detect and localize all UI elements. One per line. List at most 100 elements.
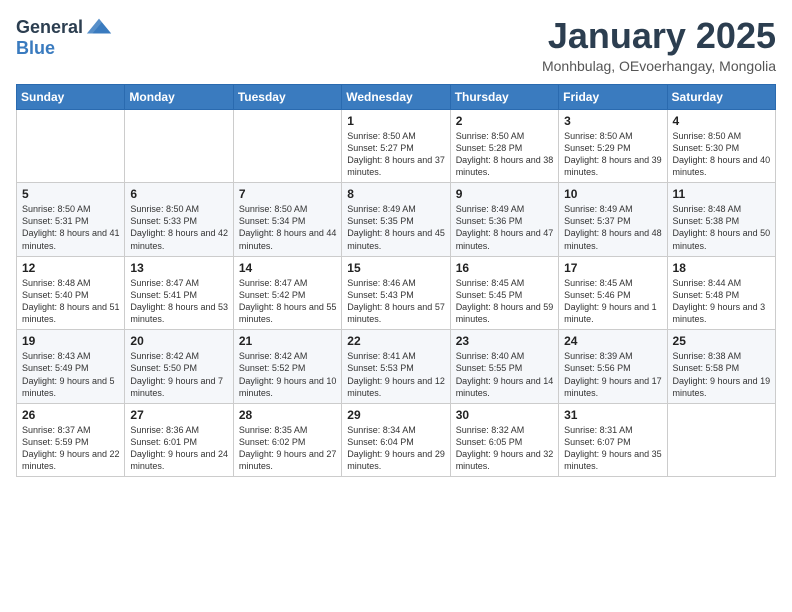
cell-content: Sunrise: 8:40 AMSunset: 5:55 PMDaylight:… (456, 350, 554, 399)
cell-content: Sunrise: 8:50 AMSunset: 5:28 PMDaylight:… (456, 130, 554, 179)
day-number: 8 (347, 187, 445, 201)
day-number: 1 (347, 114, 445, 128)
calendar-cell: 6 Sunrise: 8:50 AMSunset: 5:33 PMDaylight… (125, 183, 233, 257)
calendar-cell: 9 Sunrise: 8:49 AMSunset: 5:36 PMDaylight… (450, 183, 558, 257)
day-number: 10 (564, 187, 662, 201)
calendar-cell: 11 Sunrise: 8:48 AMSunset: 5:38 PMDayligh… (667, 183, 775, 257)
calendar-cell: 13 Sunrise: 8:47 AMSunset: 5:41 PMDayligh… (125, 256, 233, 330)
calendar-cell: 31 Sunrise: 8:31 AMSunset: 6:07 PMDayligh… (559, 403, 667, 477)
calendar-cell: 3 Sunrise: 8:50 AMSunset: 5:29 PMDaylight… (559, 109, 667, 183)
cell-content: Sunrise: 8:47 AMSunset: 5:42 PMDaylight:… (239, 277, 337, 326)
day-number: 3 (564, 114, 662, 128)
day-number: 6 (130, 187, 228, 201)
weekday-header-thursday: Thursday (450, 84, 558, 109)
weekday-header-tuesday: Tuesday (233, 84, 341, 109)
cell-content: Sunrise: 8:50 AMSunset: 5:34 PMDaylight:… (239, 203, 337, 252)
cell-content: Sunrise: 8:50 AMSunset: 5:27 PMDaylight:… (347, 130, 445, 179)
cell-content: Sunrise: 8:43 AMSunset: 5:49 PMDaylight:… (22, 350, 120, 399)
calendar-cell (233, 109, 341, 183)
day-number: 13 (130, 261, 228, 275)
cell-content: Sunrise: 8:34 AMSunset: 6:04 PMDaylight:… (347, 424, 445, 473)
day-number: 20 (130, 334, 228, 348)
calendar-cell: 24 Sunrise: 8:39 AMSunset: 5:56 PMDayligh… (559, 330, 667, 404)
calendar-cell: 22Sunrise: 8:41 AMSunset: 5:53 PMDayligh… (342, 330, 450, 404)
day-number: 2 (456, 114, 554, 128)
cell-content: Sunrise: 8:47 AMSunset: 5:41 PMDaylight:… (130, 277, 228, 326)
day-number: 31 (564, 408, 662, 422)
cell-content: Sunrise: 8:50 AMSunset: 5:29 PMDaylight:… (564, 130, 662, 179)
day-number: 27 (130, 408, 228, 422)
weekday-header-monday: Monday (125, 84, 233, 109)
calendar-cell: 5 Sunrise: 8:50 AMSunset: 5:31 PMDaylight… (17, 183, 125, 257)
calendar-cell: 20 Sunrise: 8:42 AMSunset: 5:50 PMDayligh… (125, 330, 233, 404)
day-number: 25 (673, 334, 771, 348)
month-title: January 2025 (542, 16, 776, 56)
calendar-cell: 1 Sunrise: 8:50 AMSunset: 5:27 PMDaylight… (342, 109, 450, 183)
calendar-cell: 29 Sunrise: 8:34 AMSunset: 6:04 PMDayligh… (342, 403, 450, 477)
cell-content: Sunrise: 8:31 AMSunset: 6:07 PMDaylight:… (564, 424, 662, 473)
cell-content: Sunrise: 8:49 AMSunset: 5:37 PMDaylight:… (564, 203, 662, 252)
cell-content: Sunrise: 8:49 AMSunset: 5:36 PMDaylight:… (456, 203, 554, 252)
day-number: 28 (239, 408, 337, 422)
cell-content: Sunrise: 8:48 AMSunset: 5:38 PMDaylight:… (673, 203, 771, 252)
calendar-cell: 16Sunrise: 8:45 AMSunset: 5:45 PMDayligh… (450, 256, 558, 330)
day-number: 24 (564, 334, 662, 348)
calendar-cell: 30Sunrise: 8:32 AMSunset: 6:05 PMDayligh… (450, 403, 558, 477)
day-number: 23 (456, 334, 554, 348)
calendar-cell: 15 Sunrise: 8:46 AMSunset: 5:43 PMDayligh… (342, 256, 450, 330)
calendar-cell: 8 Sunrise: 8:49 AMSunset: 5:35 PMDaylight… (342, 183, 450, 257)
calendar-table: SundayMondayTuesdayWednesdayThursdayFrid… (16, 84, 776, 478)
cell-content: Sunrise: 8:35 AMSunset: 6:02 PMDaylight:… (239, 424, 337, 473)
calendar-cell (667, 403, 775, 477)
week-row-3: 12Sunrise: 8:48 AMSunset: 5:40 PMDayligh… (17, 256, 776, 330)
calendar-cell: 14Sunrise: 8:47 AMSunset: 5:42 PMDayligh… (233, 256, 341, 330)
day-number: 15 (347, 261, 445, 275)
day-number: 5 (22, 187, 120, 201)
cell-content: Sunrise: 8:42 AMSunset: 5:52 PMDaylight:… (239, 350, 337, 399)
cell-content: Sunrise: 8:44 AMSunset: 5:48 PMDaylight:… (673, 277, 771, 326)
cell-content: Sunrise: 8:50 AMSunset: 5:33 PMDaylight:… (130, 203, 228, 252)
calendar-cell: 12Sunrise: 8:48 AMSunset: 5:40 PMDayligh… (17, 256, 125, 330)
weekday-header-row: SundayMondayTuesdayWednesdayThursdayFrid… (17, 84, 776, 109)
weekday-header-friday: Friday (559, 84, 667, 109)
day-number: 16 (456, 261, 554, 275)
calendar-cell: 18 Sunrise: 8:44 AMSunset: 5:48 PMDayligh… (667, 256, 775, 330)
cell-content: Sunrise: 8:38 AMSunset: 5:58 PMDaylight:… (673, 350, 771, 399)
weekday-header-sunday: Sunday (17, 84, 125, 109)
cell-content: Sunrise: 8:39 AMSunset: 5:56 PMDaylight:… (564, 350, 662, 399)
day-number: 7 (239, 187, 337, 201)
calendar-cell: 26 Sunrise: 8:37 AMSunset: 5:59 PMDayligh… (17, 403, 125, 477)
week-row-2: 5 Sunrise: 8:50 AMSunset: 5:31 PMDaylight… (17, 183, 776, 257)
day-number: 4 (673, 114, 771, 128)
day-number: 26 (22, 408, 120, 422)
cell-content: Sunrise: 8:32 AMSunset: 6:05 PMDaylight:… (456, 424, 554, 473)
day-number: 18 (673, 261, 771, 275)
location-subtitle: Monhbulag, OEvoerhangay, Mongolia (542, 58, 776, 74)
cell-content: Sunrise: 8:48 AMSunset: 5:40 PMDaylight:… (22, 277, 120, 326)
logo-icon (85, 16, 113, 38)
week-row-5: 26 Sunrise: 8:37 AMSunset: 5:59 PMDayligh… (17, 403, 776, 477)
calendar-cell (125, 109, 233, 183)
calendar-cell: 7 Sunrise: 8:50 AMSunset: 5:34 PMDaylight… (233, 183, 341, 257)
cell-content: Sunrise: 8:42 AMSunset: 5:50 PMDaylight:… (130, 350, 228, 399)
day-number: 11 (673, 187, 771, 201)
day-number: 29 (347, 408, 445, 422)
logo-blue-text: Blue (16, 38, 55, 58)
logo: General Blue (16, 16, 113, 59)
day-number: 19 (22, 334, 120, 348)
page-header: General Blue January 2025 Monhbulag, OEv… (16, 16, 776, 74)
day-number: 9 (456, 187, 554, 201)
cell-content: Sunrise: 8:46 AMSunset: 5:43 PMDaylight:… (347, 277, 445, 326)
calendar-cell: 17Sunrise: 8:45 AMSunset: 5:46 PMDayligh… (559, 256, 667, 330)
cell-content: Sunrise: 8:50 AMSunset: 5:31 PMDaylight:… (22, 203, 120, 252)
cell-content: Sunrise: 8:37 AMSunset: 5:59 PMDaylight:… (22, 424, 120, 473)
title-block: January 2025 Monhbulag, OEvoerhangay, Mo… (542, 16, 776, 74)
calendar-cell: 21Sunrise: 8:42 AMSunset: 5:52 PMDayligh… (233, 330, 341, 404)
calendar-cell: 27 Sunrise: 8:36 AMSunset: 6:01 PMDayligh… (125, 403, 233, 477)
cell-content: Sunrise: 8:36 AMSunset: 6:01 PMDaylight:… (130, 424, 228, 473)
week-row-1: 1 Sunrise: 8:50 AMSunset: 5:27 PMDaylight… (17, 109, 776, 183)
day-number: 22 (347, 334, 445, 348)
cell-content: Sunrise: 8:49 AMSunset: 5:35 PMDaylight:… (347, 203, 445, 252)
calendar-cell (17, 109, 125, 183)
week-row-4: 19 Sunrise: 8:43 AMSunset: 5:49 PMDayligh… (17, 330, 776, 404)
